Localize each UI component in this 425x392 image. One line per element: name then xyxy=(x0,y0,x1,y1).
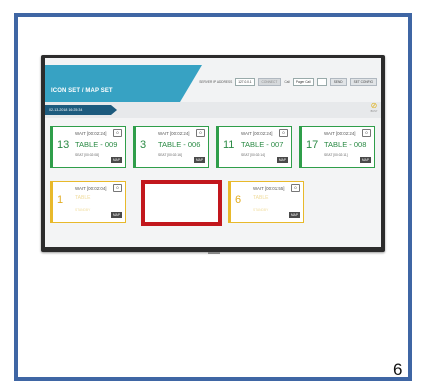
screen: ICON SET / MAP SET SERVER IP ADDRESS 127… xyxy=(45,58,381,247)
map-button[interactable]: MAP xyxy=(277,157,288,163)
seat-time: SEAT [00:02:08] xyxy=(75,153,99,157)
wait-time: WAIT [00:02:24] xyxy=(158,131,190,136)
page-number: 6 xyxy=(393,360,403,379)
date-time: 02-13-2018 16:25:34 xyxy=(49,108,83,112)
connect-button[interactable]: CONNECT xyxy=(257,78,282,86)
date-bar: 02-13-2018 16:25:34 ⊘ BUSY xyxy=(45,102,381,118)
map-button[interactable]: MAP xyxy=(194,157,205,163)
table-card[interactable]: 11 WAIT [00:02:24] 0 TABLE - 007 SEAT [0… xyxy=(216,126,292,168)
seat-status: STANDBY xyxy=(75,208,91,212)
queue-number: 11 xyxy=(223,139,235,151)
table-label: TABLE - 006 xyxy=(158,140,201,149)
wait-time: WAIT [00:02:24] xyxy=(75,131,107,136)
status-icon[interactable]: ⊘ BUSY xyxy=(370,102,378,114)
date-tab: 02-13-2018 16:25:34 xyxy=(45,105,117,115)
map-button[interactable]: MAP xyxy=(289,212,300,218)
top-bar: ICON SET / MAP SET SERVER IP ADDRESS 127… xyxy=(45,58,381,102)
queue-number: 3 xyxy=(140,139,147,151)
table-card[interactable]: 3 WAIT [00:02:24] 0 TABLE - 006 SEAT [00… xyxy=(133,126,209,168)
map-button[interactable]: MAP xyxy=(111,157,122,163)
monitor: ICON SET / MAP SET SERVER IP ADDRESS 127… xyxy=(41,55,385,252)
seat-status: STANDBY xyxy=(253,208,269,212)
wait-time: WAIT [00:02:24] xyxy=(241,131,273,136)
table-card[interactable]: 6 WAIT [00:01:55] 0 TABLE STANDBY MAP xyxy=(228,181,304,223)
table-card[interactable]: 1 WAIT [00:02:04] 0 TABLE STANDBY MAP xyxy=(50,181,126,223)
map-button[interactable]: MAP xyxy=(360,157,371,163)
monitor-stand xyxy=(208,252,220,254)
queue-number: 6 xyxy=(235,194,242,206)
call-number-input[interactable] xyxy=(316,78,327,86)
count-badge: 0 xyxy=(113,129,122,137)
table-label: TABLE - 009 xyxy=(75,140,118,149)
status-icon-caption: BUSY xyxy=(370,110,378,113)
queue-number: 13 xyxy=(57,139,70,151)
server-ip-label: SERVER IP ADDRESS xyxy=(199,80,233,84)
call-select[interactable]: Pager Call xyxy=(292,78,314,86)
wait-time: WAIT [00:02:24] xyxy=(324,131,356,136)
table-label: TABLE - 007 xyxy=(241,140,284,149)
server-ip-input[interactable]: 127.0.0.1 xyxy=(235,78,255,86)
seat-time: SEAT [00:02:16] xyxy=(158,153,182,157)
table-label: TABLE xyxy=(253,195,269,201)
count-badge: 0 xyxy=(196,129,205,137)
count-badge: 0 xyxy=(362,129,371,137)
table-label: TABLE - 008 xyxy=(324,140,367,149)
count-badge: 0 xyxy=(113,184,122,192)
no-entry-icon: ⊘ xyxy=(370,101,378,110)
table-card[interactable]: 13 WAIT [00:02:24] 0 TABLE - 009 SEAT [0… xyxy=(50,126,126,168)
count-badge: 0 xyxy=(291,184,300,192)
table-label: TABLE xyxy=(75,195,91,201)
seat-time: SEAT [00:02:11] xyxy=(324,153,348,157)
wait-time: WAIT [00:01:55] xyxy=(253,186,285,191)
call-label: Call xyxy=(284,80,290,84)
wait-time: WAIT [00:02:04] xyxy=(75,186,107,191)
table-card[interactable]: 17 WAIT [00:02:24] 0 TABLE - 008 SEAT [0… xyxy=(299,126,375,168)
send-button[interactable]: SEND xyxy=(329,78,347,86)
map-button[interactable]: MAP xyxy=(111,212,122,218)
app-title: ICON SET / MAP SET xyxy=(51,88,113,94)
queue-number: 17 xyxy=(306,139,319,151)
title-tab: ICON SET / MAP SET xyxy=(45,65,202,102)
queue-number: 1 xyxy=(57,194,64,206)
count-badge: 0 xyxy=(279,129,288,137)
top-controls: SERVER IP ADDRESS 127.0.0.1 CONNECT Call… xyxy=(199,77,377,87)
seat-time: SEAT [00:02:14] xyxy=(241,153,265,157)
set-config-button[interactable]: SET CONFIG xyxy=(349,78,377,86)
highlighted-empty-slot xyxy=(141,180,222,226)
